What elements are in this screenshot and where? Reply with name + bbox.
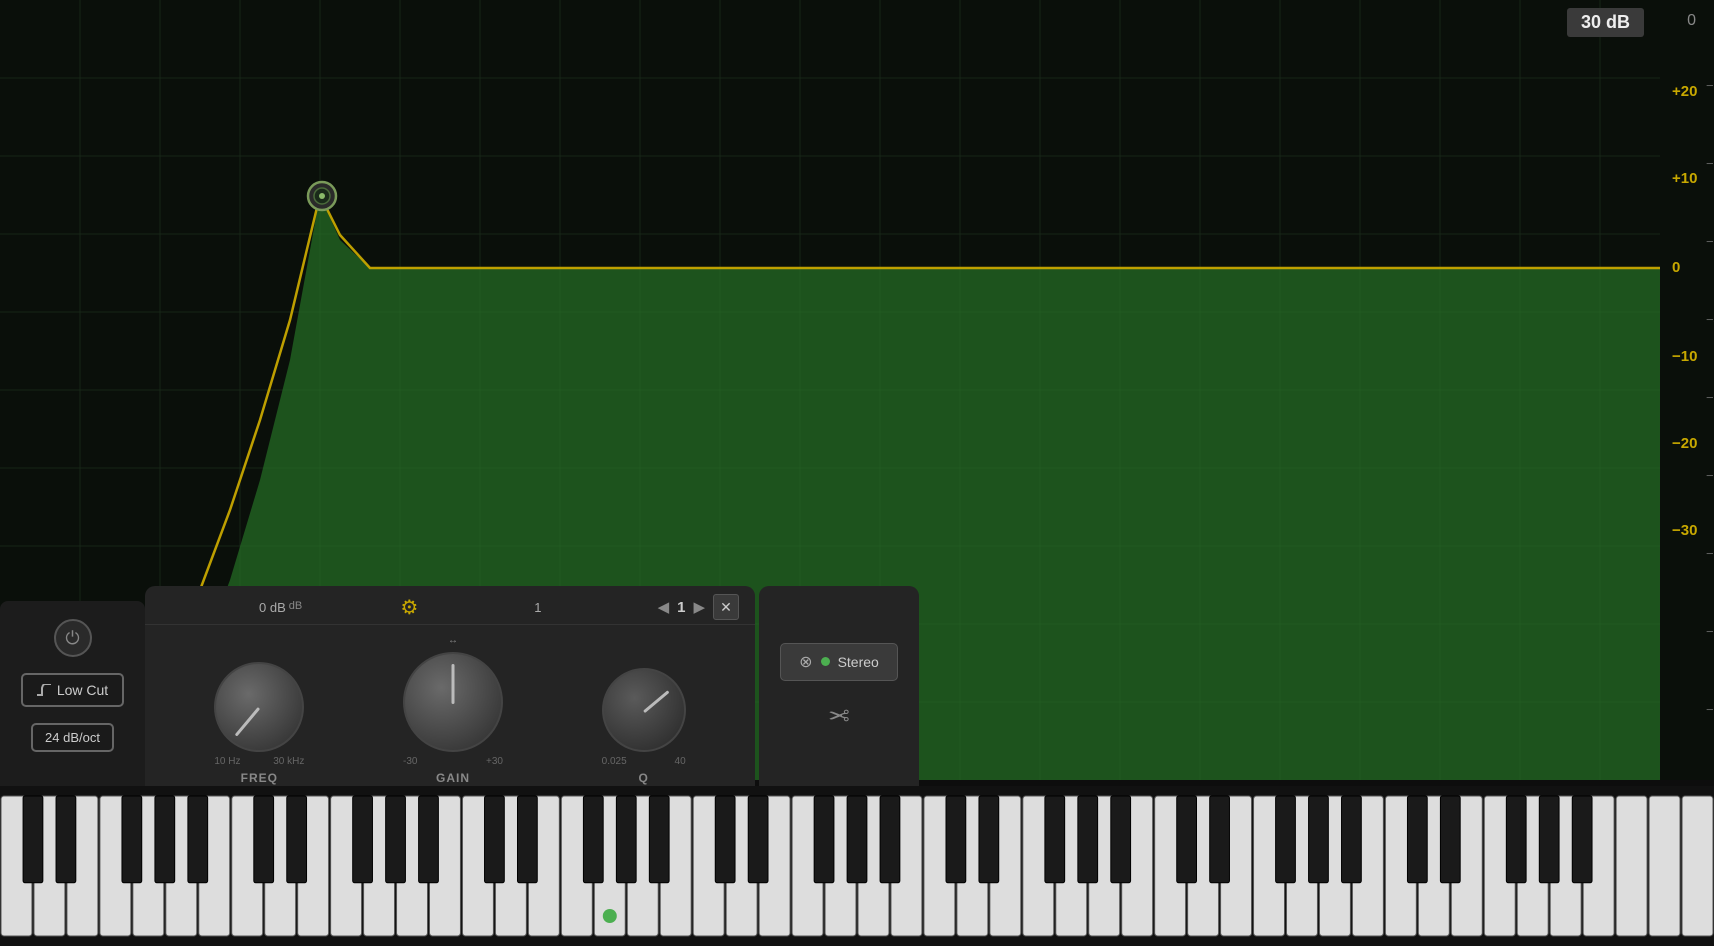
gain-max-label: +30 (486, 756, 503, 767)
piano-keyboard: /* generated below */ (0, 786, 1714, 946)
scale-db-30: −30 (1706, 234, 1714, 249)
gain-label: GAIN (436, 771, 470, 785)
q-label: Q (638, 771, 648, 785)
power-area: ⏻ Low Cut 24 dB/oct (0, 601, 145, 786)
stereo-button[interactable]: ⊗ Stereo (780, 643, 898, 681)
freq-max-label: 30 kHz (273, 756, 304, 767)
band-nav: ◀ 1 ▶ ✕ (658, 594, 739, 620)
freq-min-label: 10 Hz (214, 756, 240, 767)
scale-db-80: −80 (1706, 624, 1714, 639)
scale-minus10: −10 (1672, 348, 1697, 365)
q-max-label: 40 (675, 756, 686, 767)
scale-minus20: −20 (1672, 435, 1697, 452)
scale-plus10: +10 (1672, 170, 1697, 187)
band-number-label: 1 (677, 599, 685, 616)
gain-min-label: -30 (403, 756, 417, 767)
q-knob-group: 0.025 40 Q (602, 668, 686, 785)
main-container: +20 +10 0 −10 −20 −30 −10 −20 −30 −40 −5… (0, 0, 1714, 946)
power-button[interactable]: ⏻ (54, 619, 92, 657)
stereo-label: Stereo (838, 654, 879, 670)
settings-area: ⚙ (400, 595, 418, 620)
scale-minus30: −30 (1672, 522, 1697, 539)
freq-knob-group: 10 Hz 30 kHz FREQ (214, 662, 304, 785)
db-zero-label: 0 (1687, 12, 1696, 30)
link-icon: ⊗ (799, 652, 812, 672)
q-knob[interactable] (602, 668, 686, 752)
q-top-area: 1 (418, 600, 657, 615)
settings-icon[interactable]: ⚙ (400, 595, 418, 620)
slope-button[interactable]: 24 dB/oct (31, 723, 114, 752)
low-cut-icon (37, 684, 51, 696)
scale-db-20: −20 (1706, 156, 1714, 171)
band-controls-box: 0 dB dB ⚙ 1 ◀ 1 ▶ ✕ (145, 586, 755, 786)
scale-db-40: −40 (1706, 312, 1714, 327)
q-top-label: 1 (534, 600, 541, 615)
q-range: 0.025 40 (602, 756, 686, 767)
q-min-label: 0.025 (602, 756, 627, 767)
freq-label: FREQ (241, 771, 278, 785)
band-prev-button[interactable]: ◀ (658, 598, 670, 616)
controls-top-bar: 0 dB dB ⚙ 1 ◀ 1 ▶ ✕ (145, 586, 755, 625)
piano-svg: /* generated below */ (0, 786, 1714, 946)
freq-knob[interactable] (214, 662, 304, 752)
db-range-display[interactable]: 30 dB (1567, 8, 1644, 37)
gain-knob[interactable] (403, 652, 503, 752)
gain-top-area: 0 dB dB (161, 600, 400, 615)
stereo-dot (821, 657, 830, 666)
close-button[interactable]: ✕ (713, 594, 739, 620)
scale-db-70: −70 (1706, 546, 1714, 561)
right-controls-panel: ⊗ Stereo ✂ (759, 586, 919, 786)
scale-db-10: −10 (1706, 78, 1714, 93)
scale-db-60: −60 (1706, 468, 1714, 483)
scissors-button[interactable]: ✂ (828, 699, 850, 730)
scale-db-50: −50 (1706, 390, 1714, 405)
freq-range: 10 Hz 30 kHz (214, 756, 304, 767)
knobs-row: 10 Hz 30 kHz FREQ ↔ -30 (145, 625, 755, 793)
gain-top-label: 0 dB (259, 600, 286, 615)
scale-zero: 0 (1672, 259, 1680, 276)
scale-plus20: +20 (1672, 83, 1697, 100)
gain-range: -30 +30 (403, 756, 503, 767)
scale-db-90: −90 (1706, 702, 1714, 717)
gain-knob-group: ↔ -30 +30 GAIN (403, 635, 503, 785)
band-next-button[interactable]: ▶ (693, 598, 705, 616)
control-panel: ⏻ Low Cut 24 dB/oct 0 dB dB ⚙ (0, 586, 919, 786)
filter-type-button[interactable]: Low Cut (21, 673, 124, 707)
